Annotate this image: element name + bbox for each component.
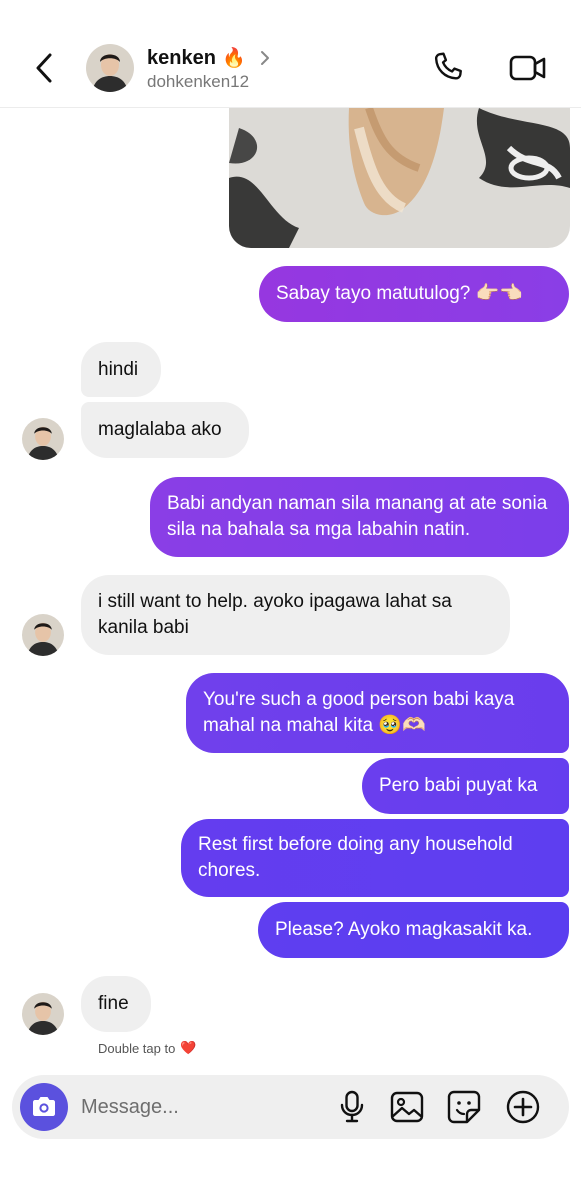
contact-name-text: kenken (147, 46, 216, 69)
contact-avatar-small[interactable] (22, 993, 64, 1035)
incoming-message[interactable]: fine (81, 976, 151, 1032)
message-text: i still want to help. ayoko ipagawa laha… (98, 591, 452, 638)
contact-avatar-small[interactable] (22, 418, 64, 460)
outgoing-message[interactable]: Babi andyan naman sila manang at ate son… (150, 477, 569, 557)
message-text: Sabay tayo matutulog? 👉🏻👈🏻 (276, 283, 523, 304)
contact-avatar[interactable] (86, 44, 134, 92)
incoming-message[interactable]: i still want to help. ayoko ipagawa laha… (81, 575, 510, 655)
camera-icon[interactable] (20, 1083, 68, 1131)
contact-name[interactable]: kenken 🔥 (147, 46, 270, 70)
message-text: You're such a good person babi kaya maha… (203, 689, 515, 736)
chevron-right-icon[interactable] (260, 50, 270, 66)
outgoing-message[interactable]: Pero babi puyat ka (362, 758, 569, 814)
message-text: hindi (98, 358, 139, 380)
chat-header: kenken 🔥 dohkenken12 (0, 0, 581, 108)
message-text: Babi andyan naman sila manang at ate son… (167, 493, 548, 540)
message-text: maglalaba ako (98, 419, 222, 440)
image-message[interactable] (229, 108, 570, 248)
contact-username: dohkenken12 (147, 72, 250, 91)
message-text: fine (98, 993, 129, 1014)
fire-emoji: 🔥 (221, 48, 246, 69)
incoming-message[interactable]: hindi (81, 342, 161, 397)
outgoing-message[interactable]: You're such a good person babi kaya maha… (186, 673, 569, 753)
phone-icon[interactable] (430, 50, 466, 86)
hint-text: Double tap to (98, 1040, 176, 1056)
double-tap-hint: Double tap to ❤️ (98, 1040, 197, 1056)
message-composer (12, 1075, 569, 1139)
outgoing-message[interactable]: Sabay tayo matutulog? 👉🏻👈🏻 (259, 266, 569, 322)
microphone-icon[interactable] (334, 1089, 370, 1125)
sticker-icon[interactable] (446, 1089, 482, 1125)
message-text: Rest first before doing any household ch… (198, 834, 513, 881)
heart-emoji: ❤️ (180, 1040, 197, 1055)
message-input[interactable] (81, 1093, 301, 1121)
incoming-message[interactable]: maglalaba ako (81, 402, 249, 458)
outgoing-message[interactable]: Rest first before doing any household ch… (181, 819, 569, 897)
plus-icon[interactable] (505, 1089, 541, 1125)
video-camera-icon[interactable] (508, 50, 548, 86)
outgoing-message[interactable]: Please? Ayoko magkasakit ka. (258, 902, 569, 958)
message-text: Pero babi puyat ka (379, 775, 538, 796)
back-arrow-icon[interactable] (30, 50, 58, 86)
contact-avatar-small[interactable] (22, 614, 64, 656)
message-text: Please? Ayoko magkasakit ka. (275, 919, 533, 940)
gallery-icon[interactable] (389, 1089, 425, 1125)
